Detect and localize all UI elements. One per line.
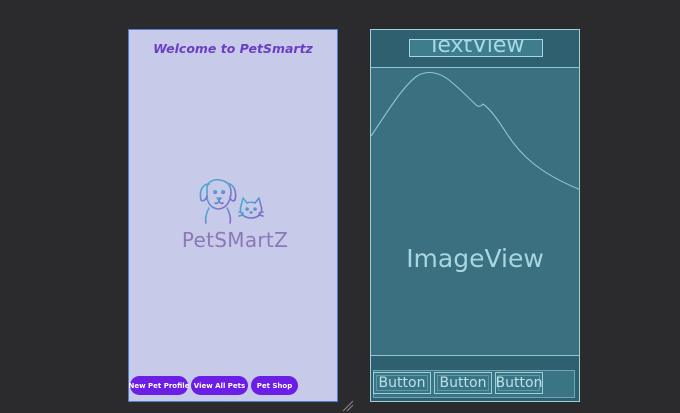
new-pet-profile-button[interactable]: New Pet Profile [129,376,189,395]
logo-text: PetSMartZ [181,228,289,252]
pet-logo-icon [198,178,268,224]
blueprint-image-placeholder [371,71,579,190]
welcome-title: Welcome to PetSmartz [153,41,313,56]
design-preview[interactable]: Welcome to PetSmartz PetSMartZ New Pet P… [128,29,338,402]
blueprint-button-1[interactable]: Button [373,372,431,394]
view-all-pets-button[interactable]: View All Pets [191,376,248,395]
resize-handle-icon[interactable] [342,400,354,412]
blueprint-preview[interactable]: TextView ImageView Button Button Button [370,29,580,402]
blueprint-button-2[interactable]: Button [434,372,492,394]
pet-shop-button[interactable]: Pet Shop [251,376,298,395]
blueprint-button-3[interactable]: Button [495,372,543,394]
blueprint-imageview[interactable]: ImageView [371,244,579,273]
blueprint-textview[interactable]: TextView [409,39,543,57]
pet-logo: PetSMartZ [165,178,305,258]
